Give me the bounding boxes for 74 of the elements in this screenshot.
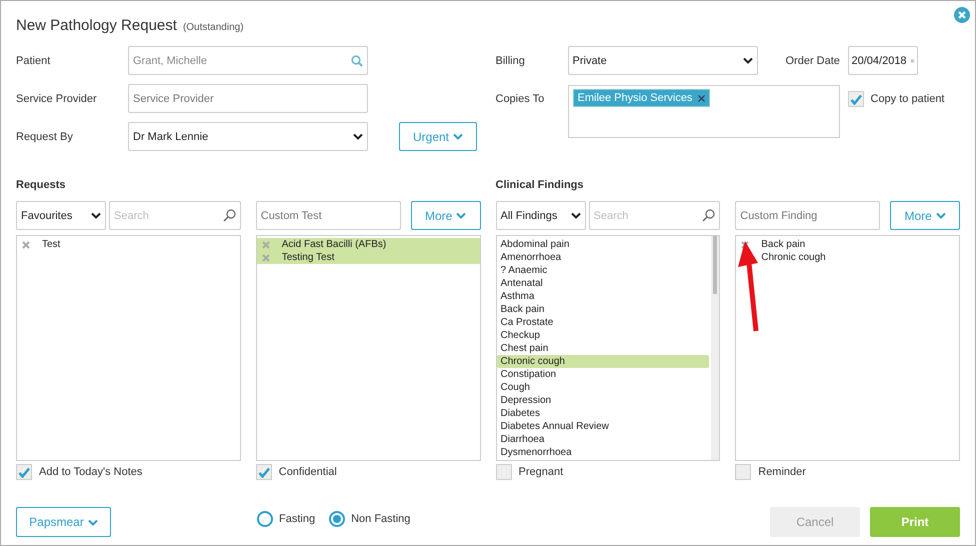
checkbox-label: Copy to patient <box>870 93 944 105</box>
finding-item[interactable]: Amenorrhoea <box>496 251 710 264</box>
checkbox[interactable] <box>848 91 864 107</box>
field-label: Service Provider <box>16 92 98 104</box>
radio-button[interactable] <box>329 511 346 527</box>
finding-item[interactable]: Chronic cough <box>496 355 710 368</box>
custom-field[interactable]: Custom Finding <box>735 201 880 230</box>
status-label: (Outstanding) <box>182 22 244 33</box>
scrollbar[interactable] <box>711 236 720 460</box>
check-icon <box>850 94 862 104</box>
finding-item[interactable]: Constipation <box>496 368 710 381</box>
recipient-tag: Emilee Physio Services <box>572 89 710 107</box>
favourite-item[interactable]: Test <box>17 238 240 251</box>
checkbox[interactable] <box>735 464 752 480</box>
finding-item[interactable]: Cough <box>496 381 710 394</box>
remove-icon <box>262 240 270 248</box>
finding-item[interactable]: Antenatal <box>496 277 710 290</box>
check-icon <box>258 466 270 478</box>
field-label: Order Date <box>786 54 841 66</box>
checkbox-label: Reminder <box>758 466 806 478</box>
checkbox-label: Add to Today's Notes <box>39 466 142 478</box>
check-icon <box>18 466 30 478</box>
chevron-down-icon <box>88 518 98 526</box>
field-label: Patient <box>16 54 52 66</box>
chevron-down-icon <box>91 212 101 219</box>
filter-select[interactable]: Favourites <box>16 201 106 230</box>
finding-item[interactable]: Diabetes <box>496 407 710 420</box>
chevron-down-icon <box>353 133 363 140</box>
remove-icon <box>262 254 270 262</box>
selected-item[interactable]: Acid Fast Bacilli (AFBs) <box>256 238 480 251</box>
finding-item[interactable]: Diarrhoea <box>496 433 710 446</box>
billing-select[interactable]: Private <box>568 46 758 75</box>
chevron-down-icon <box>453 133 464 140</box>
radio-label: Fasting <box>279 513 316 525</box>
request-by-select[interactable]: Dr Mark Lennie <box>128 122 368 151</box>
checkbox[interactable] <box>256 464 272 480</box>
checkbox[interactable] <box>16 464 32 480</box>
field-label: Request By <box>16 130 74 142</box>
finding-item[interactable]: Dysmenorrhoea <box>496 446 710 459</box>
radio-button[interactable] <box>257 511 273 527</box>
radio-label: Non Fasting <box>351 513 410 525</box>
patient-field[interactable]: Grant, Michelle <box>128 46 368 75</box>
chevron-down-icon <box>570 212 580 219</box>
field-label: Billing <box>496 54 526 66</box>
close-icon[interactable] <box>954 7 970 23</box>
finding-item[interactable]: ? Anaemic <box>496 264 710 277</box>
filter-select[interactable]: All Findings <box>496 201 586 230</box>
section-heading: Clinical Findings <box>496 178 584 190</box>
chevron-down-icon <box>456 212 466 219</box>
section-heading: Requests <box>16 178 66 190</box>
search-icon <box>351 54 363 66</box>
remove-icon[interactable] <box>698 94 706 102</box>
selected-item[interactable]: Testing Test <box>256 251 480 264</box>
field-label: Copies To <box>496 93 546 105</box>
remove-icon <box>22 240 30 248</box>
checkbox-label: Pregnant <box>518 466 564 478</box>
finding-item[interactable]: Abdominal pain <box>496 238 710 251</box>
order-date-field[interactable]: 20/04/2018 <box>848 46 918 75</box>
checkbox[interactable] <box>496 464 512 480</box>
finding-item[interactable]: Checkup <box>496 329 710 342</box>
service-provider-field[interactable]: Service Provider <box>128 84 368 113</box>
search-icon <box>222 209 236 222</box>
chevron-down-icon <box>742 57 752 64</box>
dialog-title: New Pathology Request <box>16 17 177 34</box>
search-icon <box>702 209 716 222</box>
finding-item[interactable]: Ca Prostate <box>496 316 710 329</box>
custom-field[interactable]: Custom Test <box>256 201 401 230</box>
chevron-down-icon <box>936 212 946 219</box>
finding-item[interactable]: Depression <box>496 394 710 407</box>
finding-item[interactable]: Chest pain <box>496 342 710 355</box>
finding-item[interactable]: Back pain <box>496 303 710 316</box>
finding-item[interactable]: Diabetes Annual Review <box>496 420 710 433</box>
finding-item[interactable]: Asthma <box>496 290 710 303</box>
checkbox-label: Confidential <box>278 466 337 478</box>
